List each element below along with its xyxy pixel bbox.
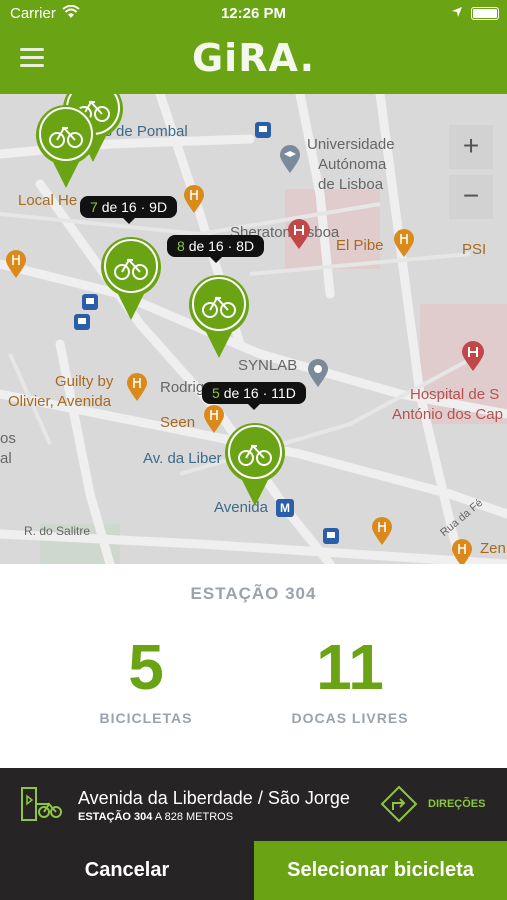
map-label: Hospital de S [410,386,500,403]
restaurant-pin-icon [372,517,392,545]
bike-station-marker[interactable] [186,270,252,360]
bus-stop-icon [323,528,339,544]
station-code: ESTAÇÃO 304 [78,811,153,823]
map-view[interactable]: es de Pombal Universidade Autónoma de Li… [0,94,507,564]
station-address: Avenida da Liberdade / São Jorge [78,788,350,808]
bus-stop-icon [74,314,90,330]
bikes-label: BICICLETAS [99,710,193,726]
tooltip-text: de 16 · 11D [223,385,296,401]
bike-dock-icon [21,787,62,821]
station-distance: A 828 METROS [154,811,234,823]
docks-label: DOCAS LIVRES [291,710,409,726]
zoom-in-button[interactable]: + [449,125,493,169]
docks-stat: 11 DOCAS LIVRES [260,632,440,726]
map-label: PSI [462,241,487,258]
map-label: Local He [18,192,78,209]
map-label: Seen [160,414,196,431]
gira-logo: GiRA. [191,36,316,80]
map-label: Rodrig [160,379,205,396]
docks-count: 11 [316,631,384,703]
map-label: R. do Salitre [24,524,91,538]
map-label: Autónoma [318,156,387,173]
zoom-out-button[interactable]: − [449,175,493,219]
hospital-pin-icon [288,219,310,249]
bus-stop-icon [82,294,98,310]
bike-station-marker-selected[interactable] [222,418,288,508]
place-pin-icon [308,359,328,387]
station-tooltip[interactable]: 7 de 16 · 9D [80,196,178,224]
map-label: de Lisboa [318,176,384,193]
hospital-pin-icon [462,341,484,371]
station-tooltip[interactable]: 8 de 16 · 8D [167,235,265,263]
status-bar: Carrier 12:26 PM [0,0,507,28]
bikes-stat: 5 BICICLETAS [56,632,236,726]
map-label: os [0,430,16,447]
bikes-count: 5 [128,631,164,703]
restaurant-pin-icon [127,373,147,401]
bus-stop-icon [255,122,271,138]
cancel-button[interactable]: Cancelar [0,841,254,900]
nav-bar: GiRA. [0,28,507,94]
station-info-bar: Avenida da Liberdade / São Jorge ESTAÇÃO… [0,768,507,841]
map-label: al [0,450,12,467]
map-label: Universidade [307,136,395,153]
bike-count: 5 [212,385,220,401]
university-pin-icon [280,145,300,173]
bike-count: 8 [177,238,185,254]
station-panel: ESTAÇÃO 304 5 BICICLETAS 11 DOCAS LIVRES [0,564,507,768]
map-label: Zen [480,540,506,557]
bike-station-marker[interactable] [98,232,164,322]
map-label: Guilty by [55,373,114,390]
map-label: Av. da Liber [143,450,222,467]
clock: 12:26 PM [220,5,287,22]
restaurant-pin-icon [394,229,414,257]
location-arrow-icon [452,7,462,17]
battery-icon [471,7,499,20]
bike-station-marker[interactable] [33,100,99,190]
restaurant-pin-icon [184,185,204,213]
map-label: António dos Cap [392,406,503,423]
station-title: ESTAÇÃO 304 [190,584,317,603]
map-label: Olivier, Avenida [8,393,112,410]
tooltip-text: de 16 · 8D [188,238,255,254]
select-bike-button[interactable]: Selecionar bicicleta [254,841,507,900]
bike-count: 7 [90,199,98,215]
directions-icon[interactable] [380,785,418,823]
directions-link[interactable]: DIREÇÕES [428,798,485,810]
station-subtitle: ESTAÇÃO 304 A 828 METROS [78,811,233,823]
map-label: El Pibe [336,237,384,254]
restaurant-pin-icon [6,250,26,278]
station-tooltip[interactable]: 5 de 16 · 11D [202,382,306,410]
tooltip-text: de 16 · 9D [101,199,168,215]
restaurant-pin-icon [452,539,472,564]
